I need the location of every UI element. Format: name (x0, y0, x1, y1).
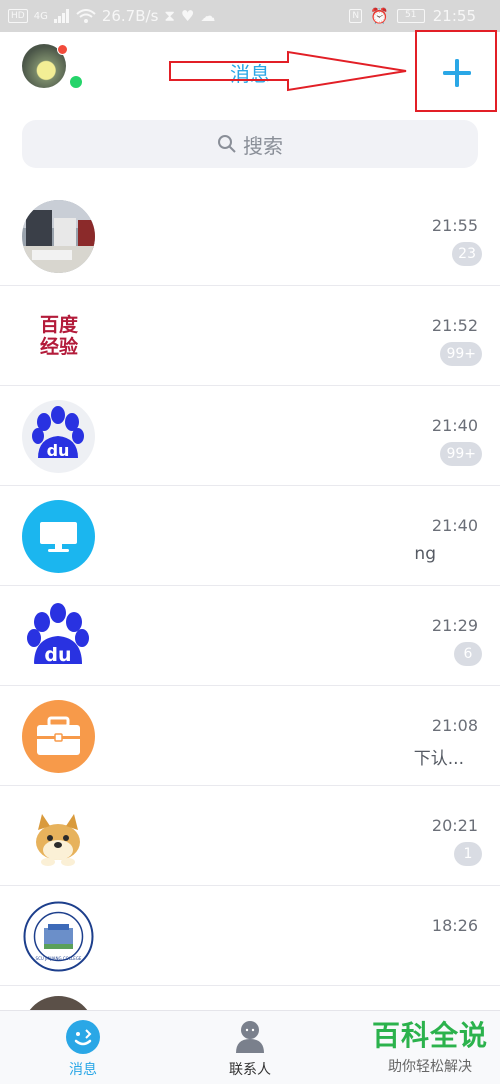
message-snippet: 下认... (413, 749, 464, 769)
message-snippet: ng (414, 544, 436, 564)
conversation-item[interactable]: 百度经验 21:52 99+ (0, 286, 500, 386)
tab-contacts[interactable]: 联系人 (190, 1019, 310, 1079)
network-type: 4G (33, 10, 48, 22)
conversation-item[interactable]: 20:21 1 (0, 786, 500, 886)
cloud-icon: ☁ (200, 7, 216, 25)
add-button[interactable] (437, 53, 477, 93)
notification-dot (57, 44, 68, 55)
unread-badge: 6 (454, 642, 482, 666)
conversation-time: 21:52 (431, 316, 478, 335)
status-time: 21:55 (432, 7, 476, 25)
college-logo-text: SCU JINJIANG COLLEGE (35, 956, 82, 961)
watermark-subtitle: 助你轻松解决 (388, 1059, 472, 1075)
college-logo: SCU JINJIANG COLLEGE (22, 900, 95, 973)
conversation-time: 21:08 (431, 716, 478, 735)
jingyan-logo-text: 百度经验 (39, 314, 78, 358)
conversation-item[interactable]: 21:40 ng (0, 486, 500, 586)
alarm-icon: ⏰ (370, 7, 389, 25)
conversation-time: 20:21 (431, 816, 478, 835)
signal-icon (53, 9, 69, 23)
annotation-arrow-icon (169, 50, 407, 92)
conversation-item[interactable]: 21:55 23 (0, 186, 500, 286)
header: 消息 (0, 30, 500, 114)
wifi-icon (76, 9, 96, 23)
unread-badge: 99+ (440, 342, 482, 366)
baidu-paw-logo: du (22, 400, 95, 473)
conversation-time: 21:40 (431, 516, 478, 535)
search-icon (218, 135, 236, 153)
watermark-title: 百科全说 (372, 1019, 489, 1052)
photo-avatar (22, 200, 95, 273)
battery-icon: 51 (396, 9, 425, 23)
conversation-item[interactable]: du 21:40 99+ (0, 386, 500, 486)
monitor-icon (22, 500, 95, 573)
conversation-time: 21:40 (431, 416, 478, 435)
unread-badge: 1 (454, 842, 482, 866)
search-input[interactable]: 搜索 (22, 120, 478, 168)
status-bar: HD 4G 26.7B/s ⧗ ♥ ☁ N ⏰ 51 21:55 (0, 0, 500, 32)
conversation-list: 21:55 23 百度经验 21:52 99+ du 21:40 99+ 21:… (0, 186, 500, 1026)
briefcase-icon (22, 700, 95, 773)
conversation-time: 21:29 (431, 616, 478, 635)
conversation-item[interactable]: du 21:29 6 (0, 586, 500, 686)
heart-icon: ♥ (180, 7, 195, 25)
watermark: 百科全说 助你轻松解决 (372, 1014, 488, 1076)
hourglass-icon: ⧗ (164, 7, 175, 25)
person-icon (236, 1021, 264, 1053)
tab-messages-label: 消息 (69, 1062, 97, 1078)
svg-text:du: du (44, 644, 71, 666)
conversation-item[interactable]: 21:08 下认... (0, 686, 500, 786)
network-speed: 26.7B/s (101, 7, 159, 25)
unread-badge: 23 (452, 242, 482, 266)
message-bubble-icon (66, 1020, 100, 1054)
search-placeholder: 搜索 (243, 133, 283, 158)
baidu-paw-logo: du (22, 600, 95, 673)
tab-contacts-label: 联系人 (229, 1062, 271, 1078)
conversation-item[interactable]: SCU JINJIANG COLLEGE 18:26 (0, 886, 500, 986)
nfc-icon: N (349, 9, 363, 23)
hd-indicator: HD (8, 9, 28, 23)
baidu-jingyan-logo: 百度经验 (22, 300, 95, 373)
conversation-time: 18:26 (431, 916, 478, 935)
tab-messages[interactable]: 消息 (23, 1019, 143, 1079)
conversation-time: 21:55 (431, 216, 478, 235)
unread-badge: 99+ (440, 442, 482, 466)
doge-avatar (22, 800, 95, 873)
svg-text:du: du (47, 441, 70, 460)
